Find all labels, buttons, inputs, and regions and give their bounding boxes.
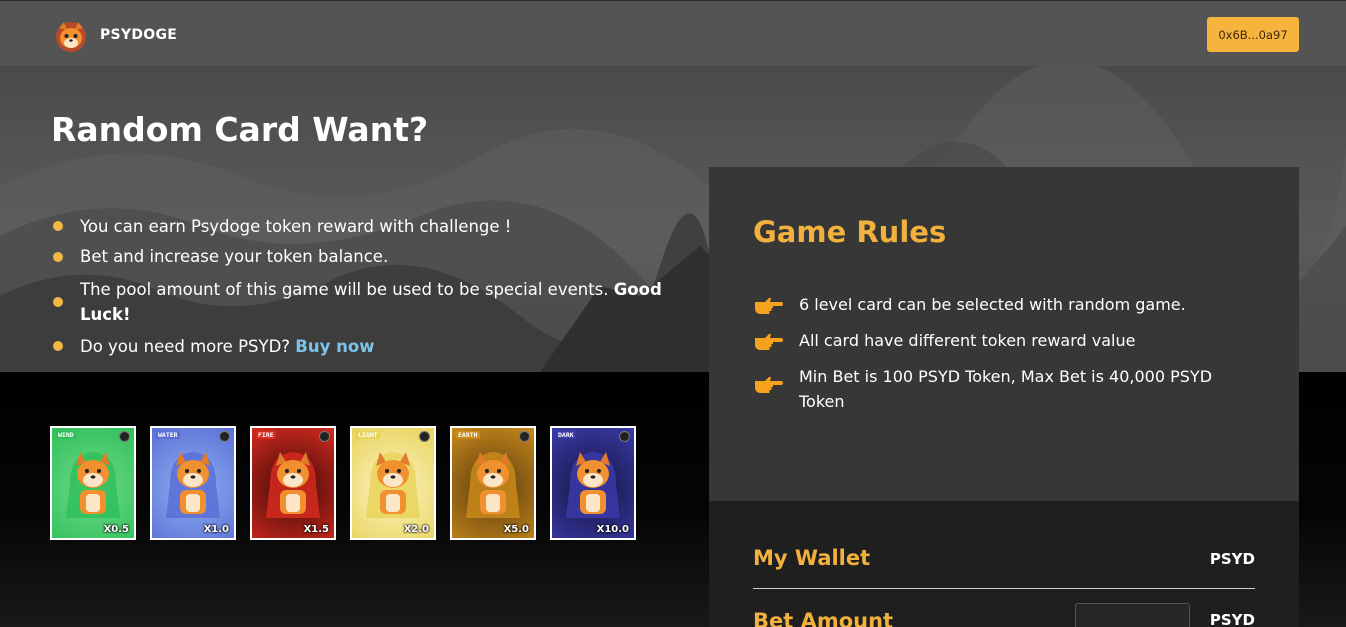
divider xyxy=(753,588,1255,589)
element-card-dark[interactable]: DARK X10.0 xyxy=(550,426,636,540)
rules-list: 6 level card can be selected with random… xyxy=(753,292,1253,425)
card-multiplier: X1.0 xyxy=(203,524,229,535)
feature-item: Do you need more PSYD? Buy now xyxy=(51,331,651,361)
element-card-fire[interactable]: FIRE X1.5 xyxy=(250,426,336,540)
doge-character-icon xyxy=(266,452,320,518)
feature-item: You can earn Psydoge token reward with c… xyxy=(51,212,651,240)
feature-text: Bet and increase your token balance. xyxy=(80,247,389,266)
rule-text: Min Bet is 100 PSYD Token, Max Bet is 40… xyxy=(799,367,1213,411)
card-multiplier: X10.0 xyxy=(596,524,629,535)
card-element-label: EARTH xyxy=(456,431,480,439)
element-card-water[interactable]: WATER X1.0 xyxy=(150,426,236,540)
shiba-doge-logo-icon[interactable] xyxy=(53,18,89,54)
wallet-unit: PSYD xyxy=(1209,550,1255,568)
pointing-hand-icon xyxy=(755,377,783,393)
card-multiplier: X0.5 xyxy=(103,524,129,535)
buy-now-link[interactable]: Buy now xyxy=(295,337,374,356)
rule-text: All card have different token reward val… xyxy=(799,331,1136,350)
bet-panel: My Wallet PSYD Bet Amount PSYD xyxy=(709,501,1299,627)
page-headline: Random Card Want? xyxy=(51,110,429,149)
my-wallet-label: My Wallet xyxy=(753,546,871,570)
element-card-wind[interactable]: WIND X0.5 xyxy=(50,426,136,540)
doge-character-icon xyxy=(566,452,620,518)
feature-item: The pool amount of this game will be use… xyxy=(51,273,671,331)
card-coin-icon xyxy=(319,431,330,442)
card-coin-icon xyxy=(619,431,630,442)
top-navigation-bar: PSYDOGE 0x6B...0a97 xyxy=(0,0,1346,66)
game-rules-title: Game Rules xyxy=(753,215,947,249)
feature-text-with-bold: The pool amount of this game will be use… xyxy=(80,277,671,327)
card-coin-icon xyxy=(119,431,130,442)
feature-list: You can earn Psydoge token reward with c… xyxy=(51,212,662,361)
card-multiplier: X5.0 xyxy=(503,524,529,535)
doge-character-icon xyxy=(366,452,420,518)
card-multiplier: X1.5 xyxy=(303,524,329,535)
brand-name[interactable]: PSYDOGE xyxy=(100,27,177,43)
doge-character-icon xyxy=(66,452,120,518)
doge-character-icon xyxy=(166,452,220,518)
bullet-dot xyxy=(53,251,63,262)
element-card-light[interactable]: LIGHT X2.0 xyxy=(350,426,436,540)
rule-item: All card have different token reward val… xyxy=(753,328,1253,353)
feature-item: Bet and increase your token balance. xyxy=(51,240,651,273)
card-element-label: FIRE xyxy=(256,431,276,439)
card-coin-icon xyxy=(419,431,430,442)
feature-text: Do you need more PSYD? Buy now xyxy=(80,334,374,359)
bullet-dot xyxy=(53,221,63,231)
card-coin-icon xyxy=(519,431,530,442)
bet-amount-unit: PSYD xyxy=(1209,611,1255,627)
card-multiplier: X2.0 xyxy=(403,524,429,535)
pointing-hand-icon xyxy=(755,298,783,314)
element-card-earth[interactable]: EARTH X5.0 xyxy=(450,426,536,540)
card-element-label: WIND xyxy=(56,431,76,439)
rule-item: Min Bet is 100 PSYD Token, Max Bet is 40… xyxy=(753,364,1253,414)
bet-amount-input[interactable] xyxy=(1075,603,1190,627)
game-rules-panel: Game Rules 6 level card can be selected … xyxy=(709,167,1299,501)
pointing-hand-icon xyxy=(755,334,783,350)
card-element-label: WATER xyxy=(156,431,180,439)
doge-character-icon xyxy=(466,452,520,518)
rule-item: 6 level card can be selected with random… xyxy=(753,292,1253,317)
more-psyd-text: Do you need more PSYD? xyxy=(80,336,291,356)
feature-text: The pool amount of this game will be use… xyxy=(80,280,609,299)
feature-text: You can earn Psydoge token reward with c… xyxy=(80,216,512,236)
wallet-address-button[interactable]: 0x6B...0a97 xyxy=(1207,17,1299,52)
bullet-dot xyxy=(53,341,63,351)
card-element-label: LIGHT xyxy=(356,431,380,439)
bet-amount-label: Bet Amount xyxy=(753,609,894,627)
rule-text: 6 level card can be selected with random… xyxy=(799,295,1186,314)
card-coin-icon xyxy=(219,431,230,442)
bullet-dot xyxy=(53,297,63,307)
card-element-label: DARK xyxy=(556,431,576,439)
